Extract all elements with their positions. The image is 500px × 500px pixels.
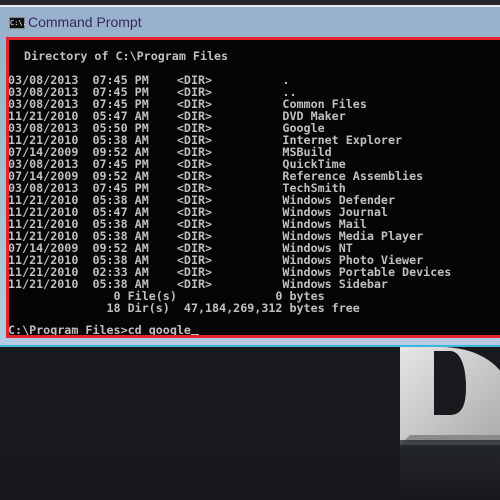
command-input[interactable]: cd google xyxy=(128,323,191,335)
window-title: Command Prompt xyxy=(28,14,142,30)
directory-header: Directory of C:\Program Files xyxy=(17,49,229,63)
directory-listing: 03/08/2013 07:45 PM <DIR> . 03/08/2013 07… xyxy=(8,74,451,315)
title-bar[interactable]: C:\. Command Prompt xyxy=(0,7,500,35)
console-icon: C:\. xyxy=(9,17,27,29)
prompt-path: C:\Program Files> xyxy=(8,323,128,337)
command-prompt-window[interactable]: C:\. Command Prompt Directory of C:\Prog… xyxy=(0,7,500,347)
logo-reflection xyxy=(400,440,500,500)
text-cursor xyxy=(190,334,199,335)
command-line[interactable]: C:\Program Files>cd google xyxy=(8,323,199,337)
console-output[interactable]: Directory of C:\Program Files 03/08/2013… xyxy=(6,37,500,338)
summary-dirs: 18 Dir(s) 47,184,269,312 bytes free xyxy=(8,301,360,315)
logo-letter-d xyxy=(400,347,500,445)
desktop-logo xyxy=(400,347,500,445)
